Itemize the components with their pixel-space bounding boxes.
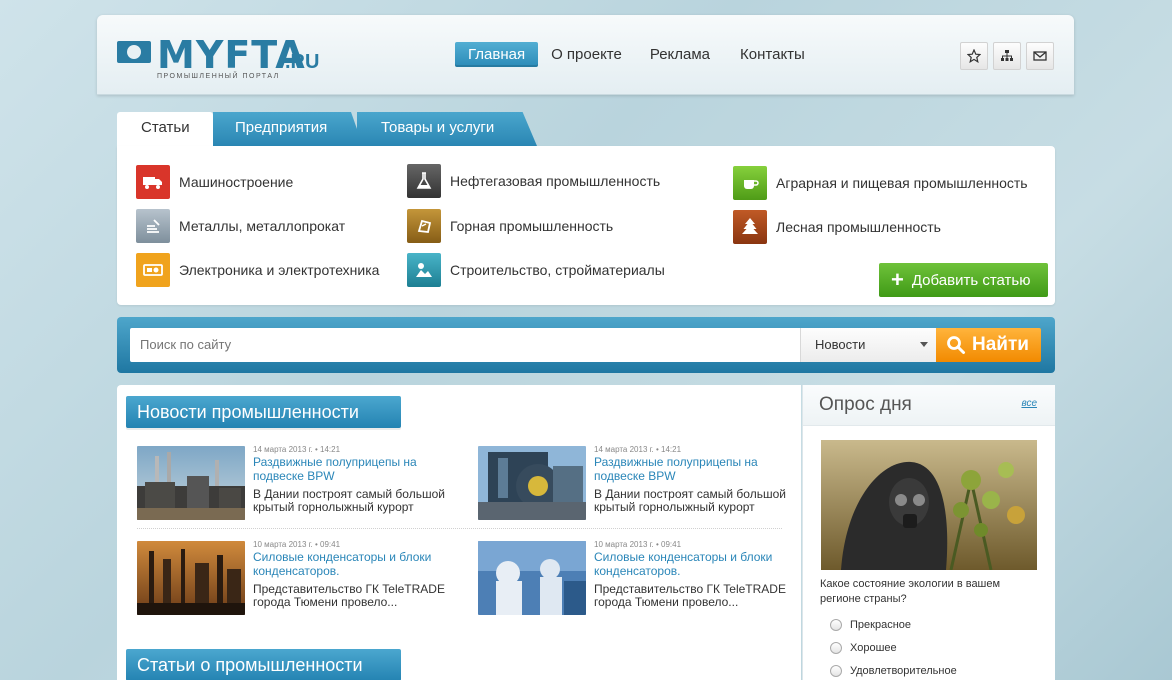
logo-tld: .RU — [285, 51, 320, 73]
flask-icon — [407, 164, 441, 198]
nav-item-ads[interactable]: Реклама — [637, 42, 723, 67]
poll-widget: Опрос дня все Какое состояние экологии в… — [802, 385, 1055, 680]
categories-panel: Машиностроение Металлы, металлопрокат Эл… — [117, 146, 1055, 305]
news-title-link[interactable]: Раздвижные полуприцепы на подвеске BPW — [594, 455, 794, 483]
news-item[interactable]: 10 марта 2013 г. • 09:41 Силовые конденс… — [137, 539, 457, 617]
articles-section-title: Статьи о промышленности — [126, 649, 401, 680]
news-thumbnail — [137, 446, 245, 520]
category-label: Аграрная и пищевая промышленность — [776, 175, 1028, 191]
header: MYFTA .RU ПРОМЫШЛЕННЫЙ ПОРТАЛ Главная О … — [97, 15, 1074, 95]
electronics-icon — [136, 253, 170, 287]
news-description: Представительство ГК TeleTRADE города Тю… — [253, 582, 445, 609]
truck-icon — [136, 165, 170, 199]
news-item[interactable]: 14 марта 2013 г. • 14:21 Раздвижные полу… — [478, 444, 798, 522]
main-content: Новости промышленности 14 марта 2013 г. … — [117, 385, 801, 680]
tree-icon — [733, 210, 767, 244]
tab-companies[interactable]: Предприятия — [213, 112, 363, 146]
news-item[interactable]: 14 марта 2013 г. • 14:21 Раздвижные полу… — [137, 444, 457, 522]
category-item[interactable]: Машиностроение — [136, 165, 293, 199]
category-label: Электроника и электротехника — [179, 262, 380, 278]
sitemap-icon[interactable] — [993, 42, 1021, 70]
category-label: Машиностроение — [179, 174, 294, 190]
main-nav: Главная О проекте Реклама Контакты — [455, 42, 818, 67]
news-thumbnail — [478, 541, 586, 615]
poll-image — [821, 440, 1037, 570]
news-title-link[interactable]: Раздвижные полуприцепы на подвеске BPW — [253, 455, 453, 483]
category-item[interactable]: Металлы, металлопрокат — [136, 209, 345, 243]
add-article-label: Добавить статью — [911, 271, 1031, 289]
nav-item-contacts[interactable]: Контакты — [727, 42, 818, 67]
mail-icon[interactable] — [1026, 42, 1054, 70]
search-button[interactable]: Найти — [936, 328, 1041, 362]
radio-button[interactable] — [830, 642, 842, 654]
news-description: Представительство ГК TeleTRADE города Тю… — [594, 582, 786, 609]
search-scope-select[interactable]: Новости — [800, 328, 936, 362]
news-divider — [137, 528, 782, 529]
news-description: В Дании построят самый большой крытый го… — [253, 487, 445, 514]
nav-item-home[interactable]: Главная — [455, 42, 539, 67]
cup-icon — [733, 166, 767, 200]
tab-goods[interactable]: Товары и услуги — [357, 112, 537, 146]
plus-icon: + — [891, 267, 904, 292]
page: MYFTA .RU ПРОМЫШЛЕННЫЙ ПОРТАЛ Главная О … — [97, 15, 1074, 680]
poll-option-label: Прекрасное — [850, 619, 911, 631]
tab-articles[interactable]: Статьи — [117, 112, 213, 146]
category-item[interactable]: Горная промышленность — [407, 209, 613, 243]
logo-text: MYFTA — [157, 33, 306, 77]
chevron-down-icon — [920, 342, 928, 347]
news-section-title: Новости промышленности — [126, 396, 401, 428]
radio-button[interactable] — [830, 619, 842, 631]
logo-mark-icon — [117, 41, 151, 63]
search-input[interactable] — [130, 328, 800, 362]
news-date: 10 марта 2013 г. • 09:41 — [594, 540, 682, 549]
ore-icon — [407, 209, 441, 243]
category-item[interactable]: Лесная промышленность — [733, 210, 941, 244]
poll-all-link[interactable]: все — [1021, 398, 1037, 409]
header-icons — [960, 42, 1054, 70]
search-button-label: Найти — [972, 334, 1029, 355]
poll-option-label: Удовлетворительное — [850, 665, 957, 677]
add-article-button[interactable]: + Добавить статью — [879, 263, 1048, 297]
construction-icon — [407, 253, 441, 287]
search-bar: Новости Найти — [117, 317, 1055, 373]
category-label: Строительство, стройматериалы — [450, 262, 665, 278]
news-title-link[interactable]: Силовые конденсаторы и блоки конденсатор… — [253, 550, 453, 578]
metal-icon — [136, 209, 170, 243]
category-label: Металлы, металлопрокат — [179, 218, 346, 234]
category-item[interactable]: Нефтегазовая промышленность — [407, 164, 660, 198]
poll-option[interactable]: Хорошее — [830, 642, 897, 654]
nav-item-about[interactable]: О проекте — [538, 42, 635, 67]
category-label: Горная промышленность — [450, 218, 614, 234]
category-item[interactable]: Строительство, стройматериалы — [407, 253, 665, 287]
poll-title: Опрос дня — [819, 394, 912, 415]
radio-button[interactable] — [830, 665, 842, 677]
poll-option[interactable]: Удовлетворительное — [830, 665, 957, 677]
logo-subtitle: ПРОМЫШЛЕННЫЙ ПОРТАЛ — [157, 73, 280, 80]
news-title-link[interactable]: Силовые конденсаторы и блоки конденсатор… — [594, 550, 794, 578]
news-thumbnail — [137, 541, 245, 615]
poll-question: Какое состояние экологии в вашем регионе… — [820, 578, 1001, 605]
news-date: 14 марта 2013 г. • 14:21 — [594, 445, 682, 454]
category-item[interactable]: Электроника и электротехника — [136, 253, 379, 287]
star-icon[interactable] — [960, 42, 988, 70]
poll-header: Опрос дня все — [803, 385, 1055, 426]
search-icon — [947, 336, 965, 354]
search-scope-value: Новости — [815, 337, 866, 352]
news-date: 10 марта 2013 г. • 09:41 — [253, 540, 341, 549]
category-label: Лесная промышленность — [776, 219, 941, 235]
poll-option-label: Хорошее — [850, 642, 897, 654]
news-thumbnail — [478, 446, 586, 520]
category-label: Нефтегазовая промышленность — [450, 173, 661, 189]
poll-option[interactable]: Прекрасное — [830, 619, 911, 631]
category-item[interactable]: Аграрная и пищевая промышленность — [733, 166, 1028, 200]
news-date: 14 марта 2013 г. • 14:21 — [253, 445, 341, 454]
news-description: В Дании построят самый большой крытый го… — [594, 487, 786, 514]
news-item[interactable]: 10 марта 2013 г. • 09:41 Силовые конденс… — [478, 539, 798, 617]
